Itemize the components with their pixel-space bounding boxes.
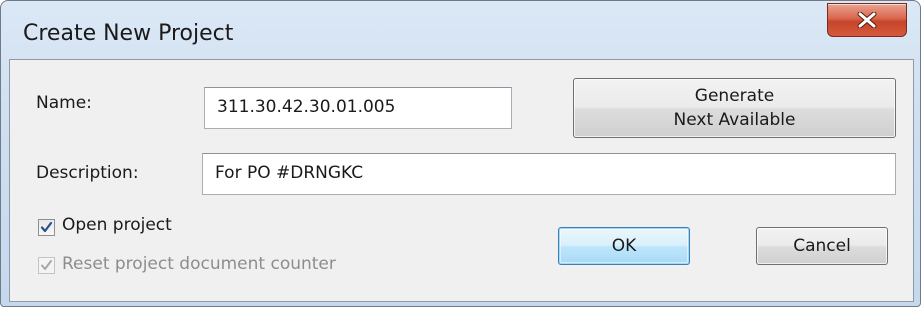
generate-label-line2: Next Available [673, 110, 796, 130]
ok-label: OK [611, 236, 637, 256]
open-project-label[interactable]: Open project [62, 215, 172, 235]
cancel-button[interactable]: Cancel [756, 227, 888, 265]
name-label: Name: [36, 93, 92, 113]
generate-next-available-button[interactable]: Generate Next Available [573, 78, 896, 138]
dialog-body: Name: 311.30.42.30.01.005 Generate Next … [9, 59, 914, 302]
reset-counter-checkbox[interactable] [38, 257, 55, 274]
reset-counter-label[interactable]: Reset project document counter [62, 254, 336, 274]
create-project-dialog: Create New Project Name: 311.30.42.30.01… [0, 0, 921, 307]
close-button[interactable] [827, 3, 907, 37]
close-x-icon [857, 12, 877, 28]
checkmark-icon [40, 221, 53, 233]
name-input[interactable]: 311.30.42.30.01.005 [204, 87, 512, 129]
cancel-label: Cancel [793, 236, 851, 256]
checkmark-icon [41, 260, 52, 270]
open-project-checkbox[interactable] [38, 219, 55, 236]
dialog-title: Create New Project [23, 21, 234, 46]
generate-label-line1: Generate [694, 86, 775, 106]
ok-button[interactable]: OK [558, 227, 690, 265]
description-input[interactable]: For PO #DRNGKC [202, 153, 896, 195]
description-label: Description: [36, 163, 139, 183]
title-bar[interactable]: Create New Project [1, 1, 920, 61]
